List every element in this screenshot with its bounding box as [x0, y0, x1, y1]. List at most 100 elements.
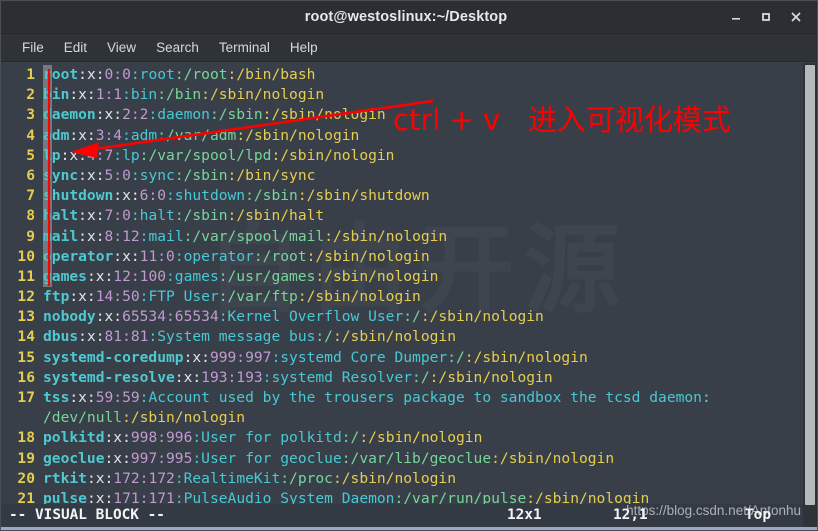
- passwd-field-user: rtkit: [43, 469, 87, 487]
- window-controls: [721, 3, 817, 31]
- passwd-field-sep: :x:: [60, 146, 87, 164]
- line-number: 1: [26, 66, 35, 83]
- line-number: 10: [17, 247, 35, 265]
- passwd-field-uid: 997:995: [130, 449, 193, 467]
- passwd-field-user: geoclue: [43, 449, 105, 467]
- passwd-field-home: :/: [403, 308, 421, 326]
- close-icon[interactable]: [781, 3, 811, 31]
- status-mode: -- VISUAL BLOCK --: [9, 507, 165, 523]
- passwd-field-user: polkitd: [43, 429, 105, 447]
- vim-buffer[interactable]: 1 root:x:0:0:root:/root:/bin/bash 2 bin:x:1…: [1, 62, 817, 504]
- line-number: 9: [26, 227, 35, 245]
- menu-item-view[interactable]: View: [97, 38, 146, 57]
- window-bottom-edge: [1, 527, 817, 530]
- passwd-field-uid: 8:12: [104, 227, 140, 245]
- passwd-field-user: tss: [43, 389, 70, 406]
- passwd-field-sep: :x:: [69, 288, 96, 306]
- line-number: 12: [17, 288, 35, 306]
- line-number: 2: [26, 86, 35, 104]
- passwd-field-sep: :x:: [183, 348, 210, 366]
- passwd-field-sep: :x:: [86, 267, 114, 285]
- buffer-line: 10 operator:x:11:0:operator:/root:/sbin/n…: [1, 247, 817, 267]
- passwd-field-shell: :/sbin/nologin: [236, 126, 360, 144]
- passwd-field-uid: 65534:65534: [122, 308, 219, 326]
- passwd-field-home: /dev/null: [43, 409, 123, 427]
- passwd-field-user: operator: [43, 247, 114, 265]
- passwd-field-uid: 171:171: [113, 489, 175, 504]
- passwd-field-home: :/sbin: [174, 166, 228, 184]
- passwd-field-sep: :x:: [104, 429, 131, 447]
- passwd-field-gecos: :systemd Resolver: [262, 368, 413, 386]
- passwd-field-home: :/var/ftp: [218, 288, 298, 306]
- passwd-field-home: :/: [412, 368, 430, 386]
- passwd-field-user: systemd-resolve: [43, 368, 175, 386]
- passwd-field-sep: :x:: [78, 66, 105, 83]
- passwd-field-user: adm: [43, 126, 70, 144]
- passwd-field-shell: :/bin/bash: [227, 66, 316, 83]
- scrollbar-thumb[interactable]: [805, 65, 815, 505]
- line-number: 20: [17, 469, 35, 487]
- passwd-field-user: halt: [43, 207, 79, 225]
- window-title: root@westoslinux:~/Desktop: [304, 9, 508, 25]
- line-number: 5: [26, 146, 35, 164]
- terminal-canvas[interactable]: 自由开源 1root:x:0:0:root:/root:/bin/bash2bi…: [1, 62, 817, 504]
- terminal-window: root@westoslinux:~/Desktop File Edit Vie…: [0, 0, 818, 531]
- passwd-field-sep: :x:: [95, 308, 123, 326]
- passwd-field-shell: :/sbin/halt: [227, 207, 325, 225]
- passwd-field-shell: :/sbin/nologin: [271, 146, 395, 164]
- passwd-field-user: mail: [43, 227, 79, 245]
- buffer-line: 18 polkitd:x:998:996:User for polkitd:/:/…: [1, 428, 817, 448]
- passwd-field-user: pulse: [43, 489, 87, 504]
- passwd-field-gecos: :adm: [122, 126, 158, 144]
- buffer-line: 13 nobody:x:65534:65534:Kernel Overflow U…: [1, 307, 817, 327]
- passwd-field-uid: 193:193: [201, 368, 263, 386]
- menu-item-edit[interactable]: Edit: [54, 38, 97, 57]
- buffer-line: /dev/null:/sbin/nologin: [1, 408, 817, 428]
- menu-item-search[interactable]: Search: [146, 38, 209, 57]
- passwd-field-sep: :x:: [78, 166, 105, 184]
- passwd-field-user: games: [43, 267, 87, 285]
- status-cursor-position: 12,1: [613, 507, 648, 523]
- passwd-field-sep: :x:: [86, 469, 114, 487]
- passwd-field-uid: 12:100: [113, 267, 167, 285]
- passwd-field-shell: :/sbin/nologin: [332, 328, 456, 346]
- passwd-field-home: :/proc: [280, 469, 333, 487]
- passwd-field-shell: :/sbin/nologin: [491, 449, 615, 467]
- passwd-field-shell: :/sbin/nologin: [420, 308, 544, 326]
- passwd-field-sep: :x:: [69, 126, 96, 144]
- passwd-field-gecos: :operator: [174, 247, 254, 265]
- passwd-field-home: :/: [447, 348, 465, 366]
- buffer-line: 5 lp:x:4:7:lp:/var/spool/lpd:/sbin/nologi…: [1, 146, 817, 166]
- passwd-field-uid: 59:59: [95, 389, 140, 406]
- passwd-field-gecos: :daemon: [148, 106, 210, 124]
- passwd-field-user: daemon: [43, 106, 96, 124]
- menu-item-help[interactable]: Help: [280, 38, 328, 57]
- passwd-field-sep: :x:: [113, 247, 140, 265]
- passwd-field-home: :/usr/games: [218, 267, 316, 285]
- passwd-field-uid: 0:0: [104, 66, 131, 83]
- passwd-field-user: root: [43, 66, 79, 83]
- passwd-field-user: nobody: [43, 308, 96, 326]
- window-titlebar: root@westoslinux:~/Desktop: [1, 1, 817, 34]
- maximize-icon[interactable]: [751, 3, 781, 31]
- passwd-field-gecos: :RealtimeKit: [174, 469, 281, 487]
- passwd-field-shell: :/sbin/nologin: [526, 489, 650, 504]
- passwd-field-gecos: :lp: [113, 146, 140, 164]
- passwd-field-uid: 999:997: [209, 348, 272, 366]
- scrollbar[interactable]: [803, 63, 817, 530]
- line-number: 16: [17, 368, 35, 386]
- status-selection-size: 12x1: [507, 507, 542, 523]
- passwd-field-shell: :/sbin/nologin: [429, 368, 553, 386]
- passwd-field-user: lp: [43, 146, 61, 164]
- minimize-icon[interactable]: [721, 3, 751, 31]
- passwd-field-sep: :x:: [174, 368, 202, 386]
- buffer-line: 14 dbus:x:81:81:System message bus:/:/sbi…: [1, 327, 817, 347]
- passwd-field-home: :/var/lib/geoclue: [341, 449, 492, 467]
- menu-item-file[interactable]: File: [12, 38, 54, 57]
- passwd-field-uid: 11:0: [139, 247, 175, 265]
- passwd-field-home: :: [701, 389, 711, 406]
- buffer-line: 16 systemd-resolve:x:193:193:systemd Reso…: [1, 368, 817, 388]
- menu-item-terminal[interactable]: Terminal: [209, 38, 280, 57]
- passwd-field-home: :/var/run/pulse: [394, 489, 527, 504]
- passwd-field-shell: :/sbin/nologin: [324, 227, 448, 245]
